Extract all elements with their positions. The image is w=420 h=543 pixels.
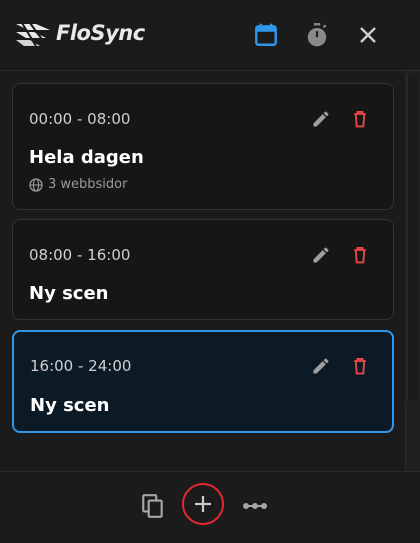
pencil-icon [313,247,329,263]
delete-button[interactable] [348,354,372,378]
add-scene-button[interactable] [181,482,225,526]
scene-card-selected[interactable]: 16:00 - 24:00 Ny scen [12,330,394,433]
scene-time: 08:00 - 16:00 [29,246,131,264]
calendar-icon [255,23,277,46]
app-logo: FloSync [14,20,145,46]
scene-title: Ny scen [30,395,110,416]
copy-button[interactable] [131,484,175,528]
edit-button[interactable] [309,354,333,378]
scene-card[interactable]: 08:00 - 16:00 Ny scen [12,219,394,320]
globe-icon [29,177,43,192]
timer-icon [307,23,327,47]
pencil-icon [313,358,329,374]
add-icon [195,496,211,512]
app-name: FloSync [56,21,145,45]
edit-button[interactable] [309,243,333,267]
trash-icon [354,111,366,128]
delete-button[interactable] [348,243,372,267]
trash-icon [354,247,366,264]
delete-button[interactable] [348,107,372,131]
app-header: FloSync [0,0,420,71]
flosync-logo-icon [16,22,50,46]
websites-count: 3 webbsidor [48,177,128,192]
scene-time: 00:00 - 08:00 [29,110,131,128]
scene-title: Ny scen [29,283,109,304]
more-button[interactable] [233,484,277,528]
trash-icon [354,358,366,375]
scene-meta: 3 webbsidor [29,177,127,192]
pencil-icon [313,111,329,127]
more-icon [243,503,267,509]
close-button[interactable] [353,20,383,50]
scene-time: 16:00 - 24:00 [30,357,132,375]
scrollbar-thumb[interactable] [407,75,418,401]
calendar-button[interactable] [251,20,281,50]
copy-icon [142,494,163,518]
close-icon [360,27,376,43]
edit-button[interactable] [309,107,333,131]
timer-button[interactable] [302,20,332,50]
scene-card[interactable]: 00:00 - 08:00 Hela dagen 3 webbsidor [12,83,394,210]
scene-title: Hela dagen [29,147,144,168]
